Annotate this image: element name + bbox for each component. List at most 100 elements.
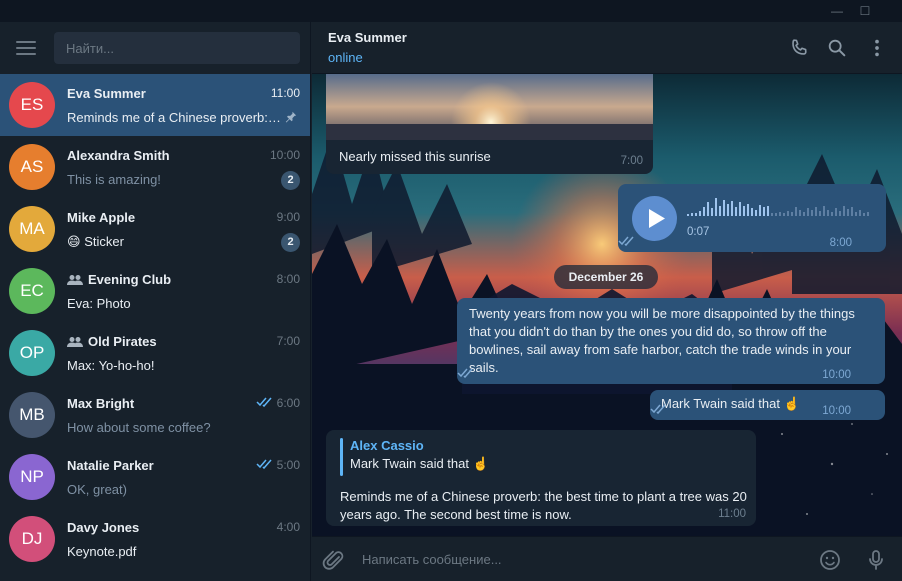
waveform-bar (687, 214, 689, 216)
peer-status: online (328, 50, 363, 65)
waveform-bar (703, 207, 705, 216)
phone-icon[interactable] (788, 37, 810, 59)
chat-name-text: Alexandra Smith (67, 148, 170, 163)
chat-time-text: 4:00 (276, 520, 300, 534)
chat-name-text: Old Pirates (88, 334, 157, 349)
read-checks-icon (256, 397, 272, 408)
waveform-bar (727, 204, 729, 216)
voice-duration: 0:07 (687, 226, 710, 238)
avatar[interactable]: OP (9, 330, 55, 376)
waveform-bar (819, 211, 821, 216)
chat-name-text: Mike Apple (67, 210, 136, 225)
waveform-bar (855, 212, 857, 216)
preview-text: Photo (96, 296, 131, 311)
chat-name: Alexandra Smith (67, 148, 170, 163)
chat-preview: OK, great) (67, 482, 282, 497)
date-separator: December 26 (554, 265, 658, 289)
waveform-bar (707, 202, 709, 216)
avatar[interactable]: DJ (9, 516, 55, 562)
emoji-icon[interactable] (818, 548, 842, 572)
avatar[interactable]: EC (9, 268, 55, 314)
chat-list-item[interactable]: MA Mike Apple 9:00 😄 Sticker 2 (0, 198, 310, 260)
attach-icon[interactable] (322, 548, 346, 572)
chat-name-text: Max Bright (67, 396, 135, 411)
unread-badge: 2 (281, 233, 300, 252)
chat-list-item[interactable]: MB Max Bright 6:00 How about some coffee? (0, 384, 310, 446)
outgoing-message[interactable]: Mark Twain said that ☝️ 10:00 (650, 390, 885, 420)
message-time: 10:00 (822, 369, 851, 381)
voice-message[interactable]: 0:07 8:00 (618, 184, 886, 252)
preview-text: OK, great) (67, 482, 127, 497)
waveform-bar (767, 206, 769, 216)
waveform-bar (763, 207, 765, 216)
message-text: Twenty years from now you will be more d… (469, 306, 855, 375)
sunrise-photo[interactable] (326, 74, 653, 140)
photo-message[interactable]: Nearly missed this sunrise 7:00 (326, 74, 653, 174)
maximize-button[interactable]: ☐ (856, 2, 874, 20)
more-options-icon[interactable] (866, 37, 888, 59)
chat-list-sidebar: ES Eva Summer 11:00 Reminds me of a Chinese… (0, 22, 311, 581)
window-titlebar: — ☐ (0, 0, 902, 22)
sidebar-header (0, 22, 310, 74)
chat-time-text: 10:00 (269, 148, 300, 162)
search-input[interactable] (54, 32, 300, 64)
chat-name: Max Bright (67, 396, 134, 411)
avatar[interactable]: NP (9, 454, 55, 500)
chat-list-item[interactable]: ES Eva Summer 11:00 Reminds me of a Chinese… (0, 74, 310, 136)
chat-time: 11:00 (271, 86, 300, 100)
message-time: 8:00 (829, 237, 852, 249)
message-input[interactable] (362, 545, 802, 573)
photo-caption: Nearly missed this sunrise (339, 149, 491, 164)
menu-icon[interactable] (16, 41, 36, 55)
play-button[interactable] (632, 196, 677, 241)
waveform-bar (815, 207, 817, 216)
group-icon (67, 337, 83, 347)
chat-name-text: Natalie Parker (67, 458, 154, 473)
waveform-bar (863, 213, 865, 216)
chat-name: Natalie Parker (67, 458, 154, 473)
chat-name: Evening Club (67, 272, 171, 287)
preview-text: This is amazing! (67, 172, 161, 187)
chat-name: Mike Apple (67, 210, 135, 225)
chat-time: 5:00 (256, 458, 300, 472)
chat-preview: How about some coffee? (67, 420, 282, 435)
chat-list-item[interactable]: EC Evening Club 8:00 Eva: Photo (0, 260, 310, 322)
avatar[interactable]: ES (9, 82, 55, 128)
chat-list-item[interactable]: NP Natalie Parker 5:00 OK, great) (0, 446, 310, 508)
chat-background: Nearly missed this sunrise 7:00 0:07 8:0… (312, 74, 902, 536)
peer-name[interactable]: Eva Summer (328, 30, 407, 45)
chat-list-item[interactable]: AS Alexandra Smith 10:00 This is amazing! 2 (0, 136, 310, 198)
chat-preview: Eva: Photo (67, 296, 282, 311)
avatar[interactable]: MB (9, 392, 55, 438)
waveform-bar (827, 210, 829, 216)
preview-text: Sticker (84, 234, 124, 249)
message-text: Mark Twain said that ☝️ (661, 396, 800, 411)
read-checks-icon (457, 368, 473, 379)
chat-name-text: Eva Summer (67, 86, 146, 101)
search-icon[interactable] (826, 37, 848, 59)
reply-author[interactable]: Alex Cassio (350, 437, 424, 455)
voice-waveform[interactable] (687, 196, 877, 218)
microphone-icon[interactable] (864, 548, 888, 572)
avatar[interactable]: AS (9, 144, 55, 190)
chat-list-item[interactable]: DJ Davy Jones 4:00 Keynote.pdf (0, 508, 310, 570)
message-time: 10:00 (822, 405, 851, 417)
waveform-bar (715, 198, 717, 216)
incoming-reply-message[interactable]: Alex Cassio Mark Twain said that ☝️ Remi… (326, 430, 756, 526)
chat-time: 7:00 (277, 334, 300, 348)
waveform-bar (779, 212, 781, 216)
message-text: Reminds me of a Chinese proverb: the bes… (340, 489, 747, 522)
waveform-bar (723, 200, 725, 216)
waveform-bar (751, 208, 753, 216)
chat-list-item[interactable]: OP Old Pirates 7:00 Max: Yo-ho-ho! (0, 322, 310, 384)
avatar[interactable]: MA (9, 206, 55, 252)
waveform-bar (739, 202, 741, 216)
minimize-button[interactable]: — (828, 2, 846, 20)
waveform-bar (747, 204, 749, 216)
reply-quote[interactable]: Mark Twain said that ☝️ (350, 455, 489, 473)
chat-time-text: 7:00 (276, 334, 300, 348)
waveform-bar (787, 211, 789, 216)
chat-name: Old Pirates (67, 334, 157, 349)
outgoing-message[interactable]: Twenty years from now you will be more d… (457, 298, 885, 384)
waveform-bar (743, 206, 745, 216)
